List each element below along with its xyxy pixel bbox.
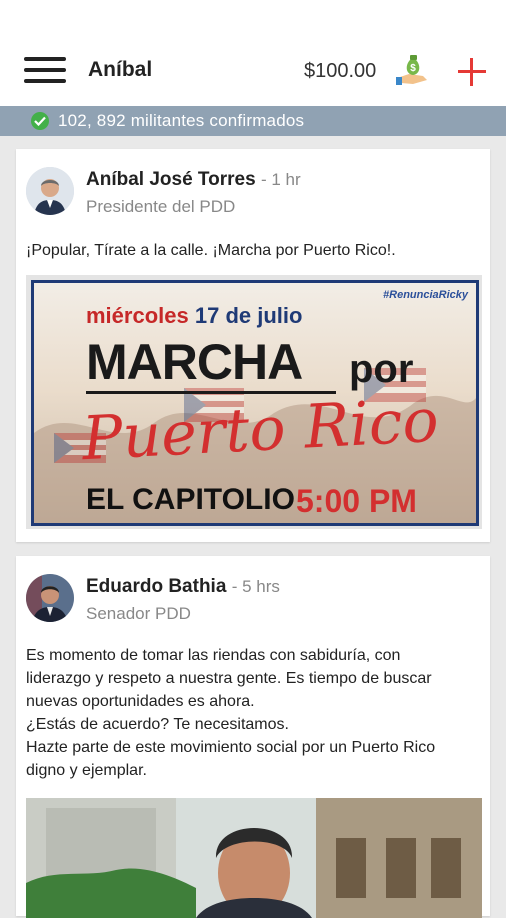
poster-hashtag: #RenunciaRicky [383, 289, 468, 301]
post-text-line: digno y ejemplar. [26, 762, 147, 779]
balance-amount[interactable]: $100.00 [304, 60, 376, 83]
poster-weekday: miércoles [86, 303, 189, 328]
post-text: ¡Popular, Tírate a la calle. ¡Marcha por… [26, 242, 396, 259]
poster-venue: EL CAPITOLIO [86, 483, 295, 516]
senator-photo [26, 798, 482, 918]
menu-icon[interactable] [24, 57, 66, 83]
poster-date: miércoles 17 de julio [86, 303, 302, 329]
status-bar: 102, 892 militantes confirmados [0, 106, 506, 136]
avatar[interactable] [26, 167, 74, 215]
post-image[interactable] [26, 798, 482, 918]
post-card[interactable]: Aníbal José Torres - 1 hr Presidente del… [16, 149, 490, 542]
author-role: Senador PDD [86, 604, 191, 623]
post-author[interactable]: Eduardo Bathia - 5 hrs [86, 576, 280, 598]
app-title: Aníbal [88, 58, 153, 81]
post-image[interactable]: #RenunciaRicky miércoles 17 de julio MAR… [26, 275, 482, 529]
poster-day-month: 17 de julio [194, 303, 303, 328]
post-author[interactable]: Aníbal José Torres - 1 hr [86, 169, 301, 191]
post-text-line: Es momento de tomar las riendas con sabi… [26, 647, 401, 664]
post-time: - 1 hr [260, 170, 301, 189]
post-time: - 5 hrs [231, 577, 280, 596]
money-bag-icon[interactable]: $ [393, 50, 431, 88]
post-text: Es momento de tomar las riendas con sabi… [26, 644, 486, 782]
author-name[interactable]: Eduardo Bathia [86, 576, 226, 597]
march-poster: #RenunciaRicky miércoles 17 de julio MAR… [31, 280, 479, 526]
poster-hour: 5:00 PM [296, 483, 417, 519]
post-text-line: liderazgo y respeto a nuestra gente. Es … [26, 670, 432, 687]
post-text-line: Hazte parte de este movimiento social po… [26, 739, 436, 756]
svg-text:$: $ [410, 63, 416, 74]
app-header: Aníbal $100.00 $ [0, 0, 506, 106]
poster-headline: MARCHA [86, 334, 303, 390]
post-card[interactable]: Eduardo Bathia - 5 hrs Senador PDD Es mo… [16, 556, 490, 918]
author-role: Presidente del PDD [86, 197, 236, 216]
post-text-line: ¿Estás de acuerdo? Te necesitamos. [26, 716, 289, 733]
members-count: 102, 892 militantes confirmados [58, 111, 305, 130]
poster-por: por [349, 347, 414, 391]
add-icon[interactable] [458, 58, 486, 86]
avatar[interactable] [26, 574, 74, 622]
check-circle-icon [31, 112, 49, 130]
author-name[interactable]: Aníbal José Torres [86, 169, 256, 190]
post-text-line: nuevas oportunidades es ahora. [26, 693, 255, 710]
